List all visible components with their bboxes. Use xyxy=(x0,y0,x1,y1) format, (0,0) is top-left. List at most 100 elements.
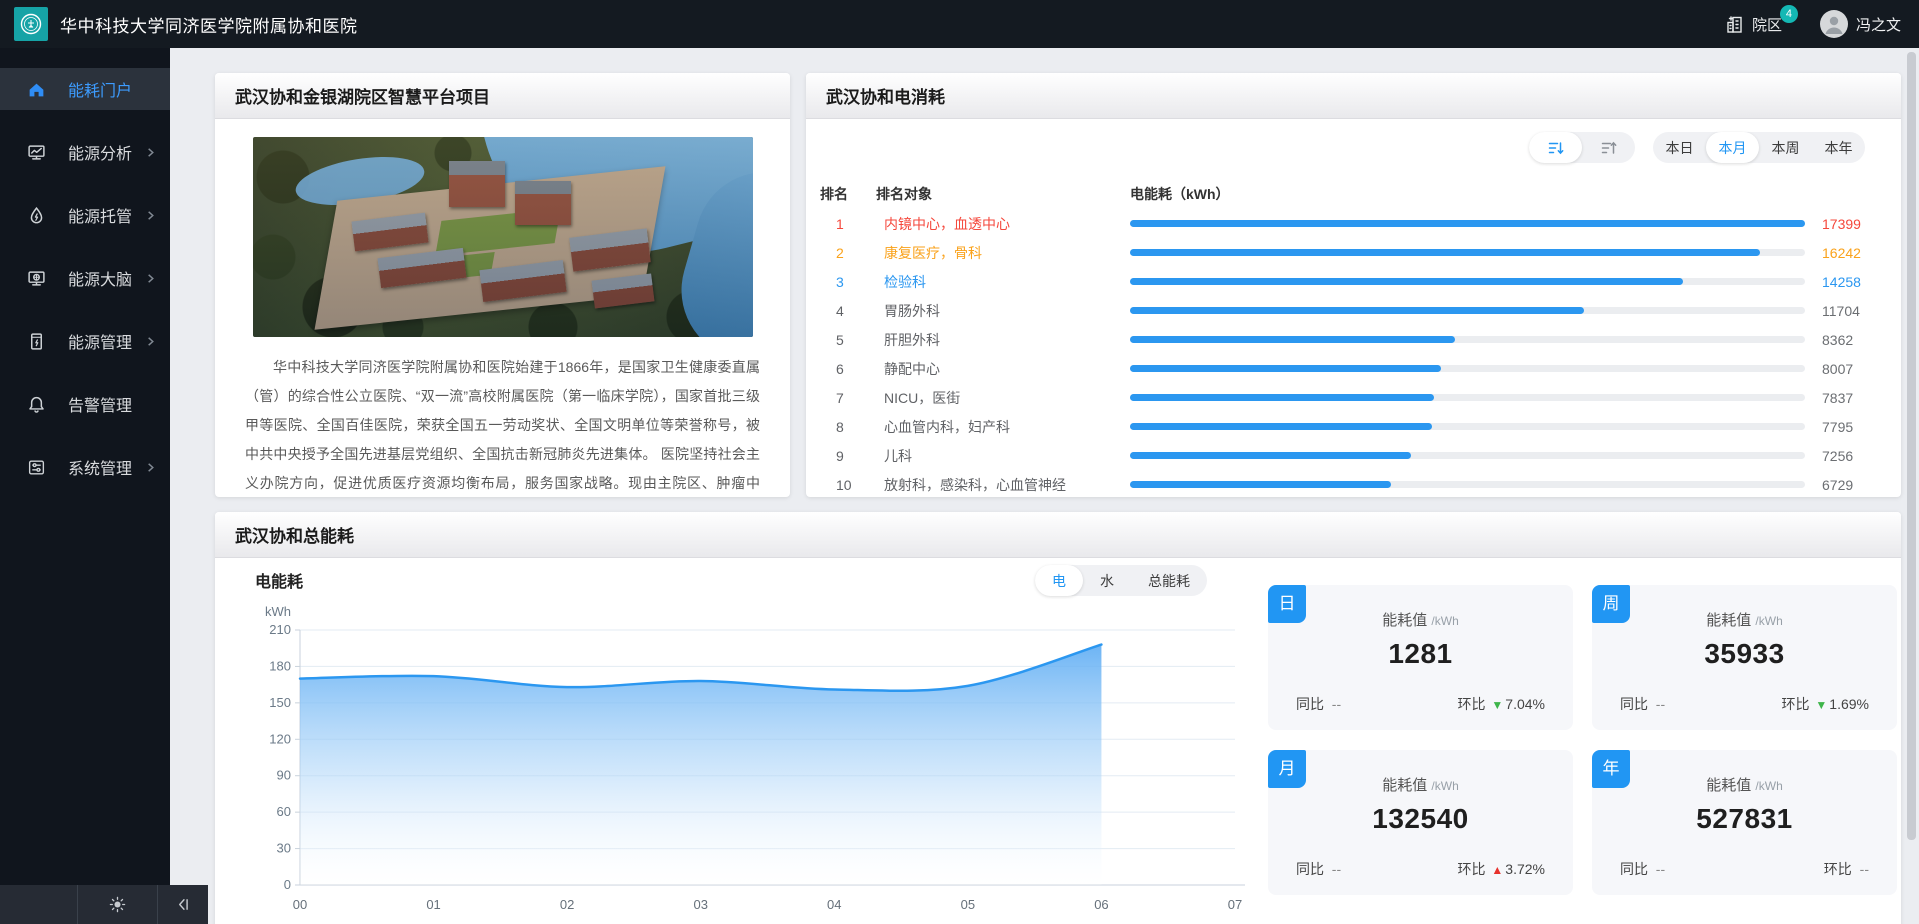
user-avatar-icon xyxy=(1820,10,1848,38)
sidebar-item-energy-hosting[interactable]: 能源托管 xyxy=(0,194,170,236)
col-rank: 排名 xyxy=(820,184,876,204)
total-card-title: 武汉协和总能耗 xyxy=(215,512,1901,558)
stat-card-week: 周 能耗值 /kWh 35933 同比 -- 环比 ▼1.69% xyxy=(1592,585,1897,730)
rank-name: 静配中心 xyxy=(876,359,1116,379)
stat-label: 能耗值 /kWh xyxy=(1592,609,1897,630)
svg-text:04: 04 xyxy=(827,897,841,912)
stat-footer: 同比 -- 环比 ▲3.72% xyxy=(1296,859,1545,879)
electric-consumption-card: 武汉协和电消耗 本日 本月 本周 本年 xyxy=(806,73,1901,497)
sidebar-item-energy-management[interactable]: 能源管理 xyxy=(0,320,170,362)
stat-label: 能耗值 /kWh xyxy=(1592,774,1897,795)
period-badge: 月 xyxy=(1268,750,1306,788)
tab-period-day[interactable]: 本日 xyxy=(1653,132,1706,163)
collapse-sidebar-button[interactable] xyxy=(157,885,208,924)
trend-down-icon: ▼ xyxy=(1815,698,1827,712)
yoy-text: 同比 -- xyxy=(1296,694,1341,714)
yoy-text: 同比 -- xyxy=(1296,859,1341,879)
stat-unit: /kWh xyxy=(1755,614,1782,628)
sort-desc-icon xyxy=(1547,139,1565,157)
electric-card-controls: 本日 本月 本周 本年 xyxy=(806,132,1865,163)
sort-ascending-button[interactable] xyxy=(1582,132,1635,163)
rank-bar-track xyxy=(1130,307,1805,314)
stat-card-month: 月 能耗值 /kWh 132540 同比 -- 环比 ▲3.72% xyxy=(1268,750,1573,895)
page-scrollbar-thumb[interactable] xyxy=(1907,52,1916,840)
svg-text:150: 150 xyxy=(269,695,291,710)
trend-down-icon: ▼ xyxy=(1491,698,1503,712)
rank-name: 检验科 xyxy=(876,272,1116,292)
tab-period-year[interactable]: 本年 xyxy=(1812,132,1865,163)
svg-text:02: 02 xyxy=(560,897,574,912)
rank-bar-track xyxy=(1130,452,1805,459)
sidebar-item-alarm-management[interactable]: 告警管理 xyxy=(0,383,170,425)
energy-area-chart: 0306090120150180210kWh0001020304050607 xyxy=(245,600,1255,924)
stat-label: 能耗值 /kWh xyxy=(1268,774,1573,795)
bell-icon xyxy=(26,394,46,414)
rank-bar-fill xyxy=(1130,423,1432,430)
rank-bar-track xyxy=(1130,336,1805,343)
app-title: 华中科技大学同济医学院附属协和医院 xyxy=(60,12,358,37)
rank-cell: 9 xyxy=(820,448,876,464)
hospital-emblem-icon xyxy=(18,11,44,37)
rank-bar-fill xyxy=(1130,278,1683,285)
sidebar-item-label: 能源大脑 xyxy=(68,266,132,290)
svg-text:kWh: kWh xyxy=(265,604,291,619)
ranking-row: 1 内镜中心，血透中心 17399 xyxy=(820,209,1865,238)
analysis-chart-icon xyxy=(26,142,46,162)
sidebar-item-system-management[interactable]: 系统管理 xyxy=(0,446,170,488)
chevron-right-icon xyxy=(145,210,156,221)
rank-value: 7795 xyxy=(1805,419,1865,435)
sidebar-item-energy-analysis[interactable]: 能源分析 xyxy=(0,131,170,173)
trend-up-icon: ▲ xyxy=(1491,863,1503,877)
mom-text: 环比 -- xyxy=(1824,859,1869,879)
stat-footer: 同比 -- 环比 ▼1.69% xyxy=(1620,694,1869,714)
stat-value: 527831 xyxy=(1592,803,1897,835)
rank-cell: 10 xyxy=(820,477,876,493)
sidebar-item-energy-portal[interactable]: 能耗门户 xyxy=(0,68,170,110)
total-energy-card: 武汉协和总能耗 电能耗 电 水 总能耗 0306090120150180210k… xyxy=(215,512,1901,924)
mom-value: 7.04% xyxy=(1505,696,1545,712)
stat-footer: 同比 -- 环比 -- xyxy=(1620,859,1869,879)
tab-total-energy[interactable]: 总能耗 xyxy=(1131,565,1207,596)
energy-type-tabs: 电 水 总能耗 xyxy=(1035,565,1207,596)
mom-text: 环比 ▼7.04% xyxy=(1458,694,1545,714)
chevron-right-icon xyxy=(145,273,156,284)
rank-bar-fill xyxy=(1130,336,1455,343)
rank-bar-fill xyxy=(1130,307,1584,314)
sidebar-item-label: 能源管理 xyxy=(68,329,132,353)
footer-spacer xyxy=(0,885,77,924)
svg-text:90: 90 xyxy=(277,768,291,783)
svg-text:07: 07 xyxy=(1228,897,1242,912)
rank-bar-track xyxy=(1130,249,1805,256)
project-card-body: 华中科技大学同济医学院附属协和医院始建于1866年，是国家卫生健康委直属（管）的… xyxy=(215,119,790,503)
campus-switch-button[interactable]: 院区 4 xyxy=(1724,14,1782,35)
sidebar-nav: 能耗门户 能源分析 能源托管 能源大脑 能源管 xyxy=(0,48,170,924)
svg-text:0: 0 xyxy=(284,877,291,892)
collapse-left-icon xyxy=(175,896,192,913)
stat-value: 1281 xyxy=(1268,638,1573,670)
tab-electricity[interactable]: 电 xyxy=(1035,565,1083,596)
sort-descending-button[interactable] xyxy=(1529,132,1582,163)
stat-card-day: 日 能耗值 /kWh 1281 同比 -- 环比 ▼7.04% xyxy=(1268,585,1573,730)
sun-icon xyxy=(109,896,126,913)
theme-toggle-button[interactable] xyxy=(77,885,157,924)
tab-water[interactable]: 水 xyxy=(1083,565,1131,596)
user-menu-button[interactable]: 冯之文 xyxy=(1820,10,1901,38)
sidebar-item-label: 能耗门户 xyxy=(68,77,132,101)
svg-text:210: 210 xyxy=(269,622,291,637)
meter-device-icon xyxy=(26,331,46,351)
period-tabs: 本日 本月 本周 本年 xyxy=(1653,132,1865,163)
tab-period-month[interactable]: 本月 xyxy=(1706,132,1759,163)
sidebar-item-energy-brain[interactable]: 能源大脑 xyxy=(0,257,170,299)
rank-bar-fill xyxy=(1130,394,1434,401)
yoy-text: 同比 -- xyxy=(1620,859,1665,879)
rank-bar-track xyxy=(1130,481,1805,488)
period-badge: 周 xyxy=(1592,585,1630,623)
sort-toggle xyxy=(1529,132,1635,163)
period-badge: 年 xyxy=(1592,750,1630,788)
rank-value: 14258 xyxy=(1805,274,1865,290)
rank-bar-fill xyxy=(1130,220,1805,227)
sidebar-item-label: 能源托管 xyxy=(68,203,132,227)
tab-period-week[interactable]: 本周 xyxy=(1759,132,1812,163)
rank-value: 7837 xyxy=(1805,390,1865,406)
building-icon xyxy=(1724,14,1745,35)
